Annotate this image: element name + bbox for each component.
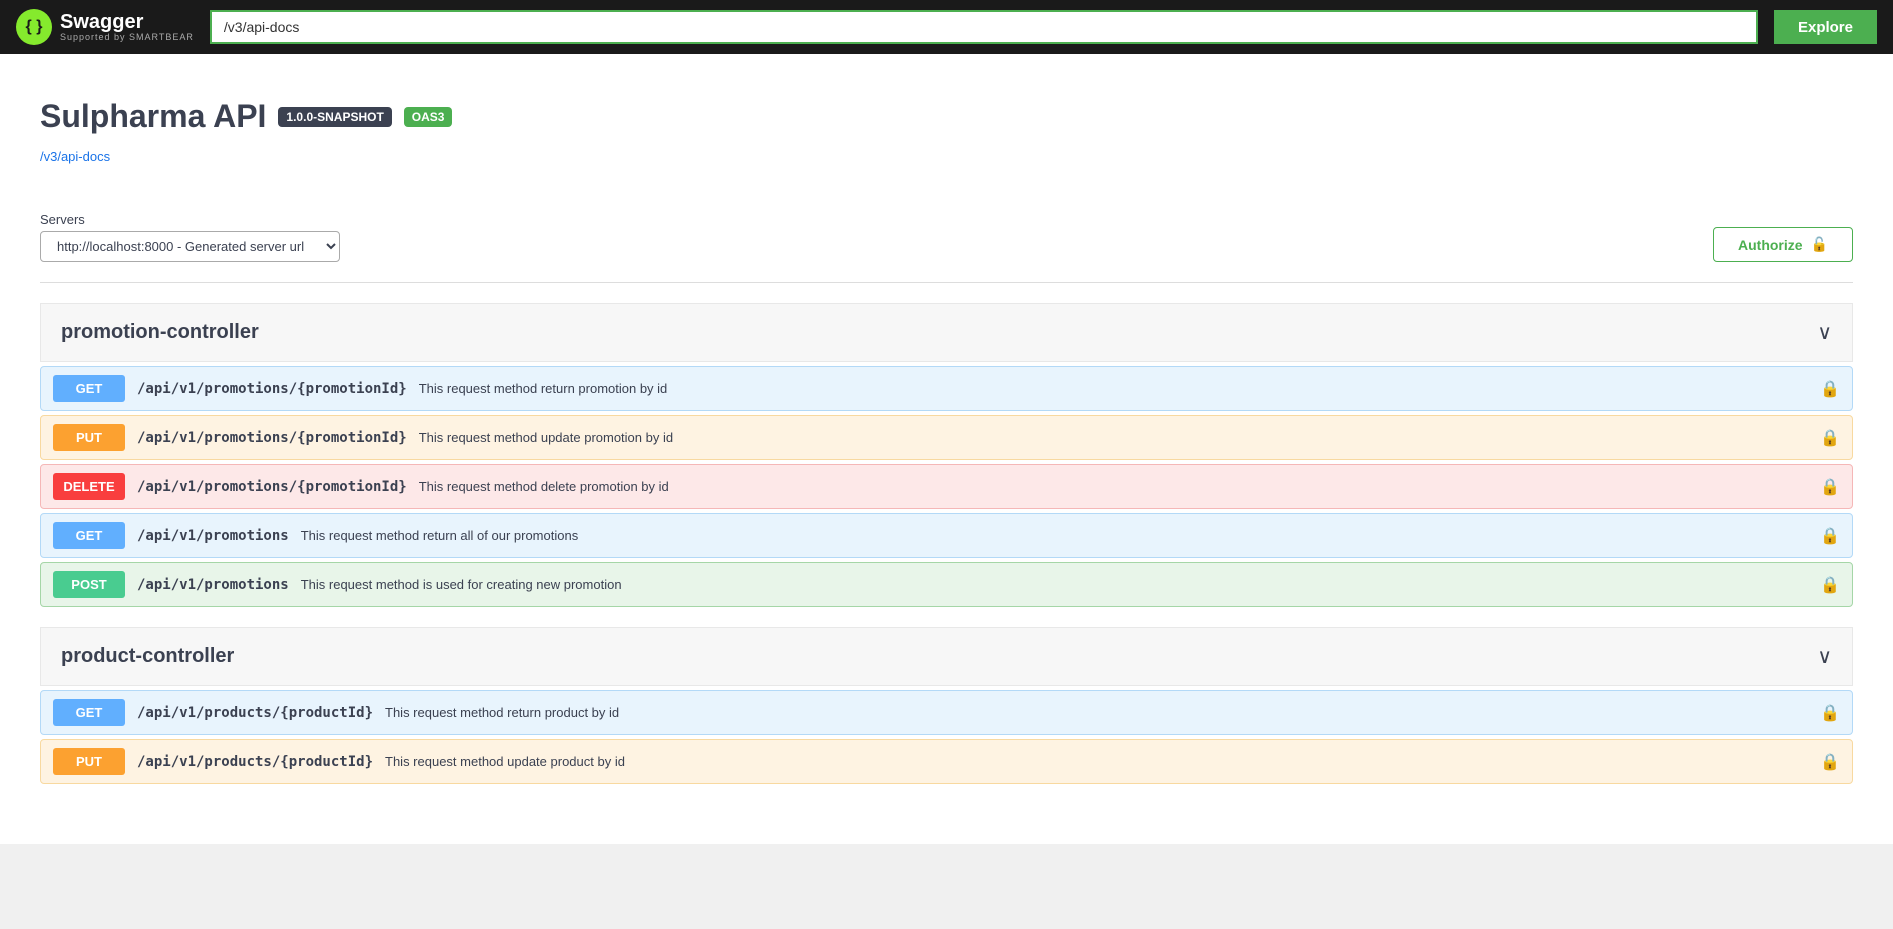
endpoint-row-1-0[interactable]: GET /api/v1/products/{productId} This re… — [40, 690, 1853, 735]
chevron-icon-0: ∨ — [1817, 320, 1832, 345]
endpoint-lock-0-0: 🔒 — [1820, 379, 1840, 399]
endpoint-path-1-1: /api/v1/products/{productId} — [137, 754, 373, 770]
endpoint-path-0-3: /api/v1/promotions — [137, 528, 289, 544]
servers-select[interactable]: http://localhost:8000 - Generated server… — [40, 231, 340, 262]
method-badge-0-3: GET — [53, 522, 125, 549]
endpoint-lock-1-0: 🔒 — [1820, 703, 1840, 723]
endpoint-desc-1-1: This request method update product by id — [385, 754, 1808, 769]
method-badge-0-1: PUT — [53, 424, 125, 451]
endpoint-row-0-4[interactable]: POST /api/v1/promotions This request met… — [40, 562, 1853, 607]
endpoint-row-0-0[interactable]: GET /api/v1/promotions/{promotionId} Thi… — [40, 366, 1853, 411]
controller-section-0: promotion-controller ∨ GET /api/v1/promo… — [40, 303, 1853, 607]
endpoint-desc-0-0: This request method return promotion by … — [419, 381, 1808, 396]
oas3-badge: OAS3 — [404, 107, 453, 127]
servers-group: Servers http://localhost:8000 - Generate… — [40, 212, 340, 262]
endpoint-row-1-1[interactable]: PUT /api/v1/products/{productId} This re… — [40, 739, 1853, 784]
controller-header-1[interactable]: product-controller ∨ — [40, 627, 1853, 686]
lock-icon: 🔓 — [1811, 236, 1828, 253]
controller-section-1: product-controller ∨ GET /api/v1/product… — [40, 627, 1853, 784]
authorize-label: Authorize — [1738, 237, 1803, 253]
controller-title-1: product-controller — [61, 645, 234, 668]
explore-button[interactable]: Explore — [1774, 10, 1877, 44]
servers-section: Servers http://localhost:8000 - Generate… — [40, 212, 1853, 262]
api-title-section: Sulpharma API 1.0.0-SNAPSHOT OAS3 — [40, 78, 1853, 145]
method-badge-1-0: GET — [53, 699, 125, 726]
chevron-icon-1: ∨ — [1817, 644, 1832, 669]
main-content: Sulpharma API 1.0.0-SNAPSHOT OAS3 /v3/ap… — [0, 54, 1893, 844]
endpoint-lock-0-1: 🔒 — [1820, 428, 1840, 448]
divider — [40, 282, 1853, 283]
method-badge-0-0: GET — [53, 375, 125, 402]
endpoint-row-0-3[interactable]: GET /api/v1/promotions This request meth… — [40, 513, 1853, 558]
endpoint-desc-0-4: This request method is used for creating… — [301, 577, 1808, 592]
endpoint-row-0-2[interactable]: DELETE /api/v1/promotions/{promotionId} … — [40, 464, 1853, 509]
endpoint-path-0-0: /api/v1/promotions/{promotionId} — [137, 381, 407, 397]
logo: { } Swagger Supported by SMARTBEAR — [16, 9, 194, 45]
controller-title-0: promotion-controller — [61, 321, 259, 344]
endpoint-path-0-2: /api/v1/promotions/{promotionId} — [137, 479, 407, 495]
endpoint-desc-0-1: This request method update promotion by … — [419, 430, 1808, 445]
url-input[interactable] — [210, 10, 1758, 44]
snapshot-badge: 1.0.0-SNAPSHOT — [278, 107, 391, 127]
controller-header-0[interactable]: promotion-controller ∨ — [40, 303, 1853, 362]
endpoint-path-0-4: /api/v1/promotions — [137, 577, 289, 593]
swagger-logo-icon: { } — [16, 9, 52, 45]
method-badge-0-4: POST — [53, 571, 125, 598]
logo-subtitle: Supported by SMARTBEAR — [60, 32, 194, 42]
endpoint-row-0-1[interactable]: PUT /api/v1/promotions/{promotionId} Thi… — [40, 415, 1853, 460]
endpoint-desc-0-3: This request method return all of our pr… — [301, 528, 1808, 543]
endpoint-desc-0-2: This request method delete promotion by … — [419, 479, 1808, 494]
controllers-container: promotion-controller ∨ GET /api/v1/promo… — [40, 303, 1853, 784]
method-badge-1-1: PUT — [53, 748, 125, 775]
api-url-link[interactable]: /v3/api-docs — [40, 149, 1853, 164]
authorize-button[interactable]: Authorize 🔓 — [1713, 227, 1853, 262]
endpoint-path-1-0: /api/v1/products/{productId} — [137, 705, 373, 721]
endpoint-lock-0-2: 🔒 — [1820, 477, 1840, 497]
method-badge-0-2: DELETE — [53, 473, 125, 500]
navbar: { } Swagger Supported by SMARTBEAR Explo… — [0, 0, 1893, 54]
endpoint-lock-0-3: 🔒 — [1820, 526, 1840, 546]
endpoint-path-0-1: /api/v1/promotions/{promotionId} — [137, 430, 407, 446]
logo-title: Swagger — [60, 12, 194, 32]
endpoint-desc-1-0: This request method return product by id — [385, 705, 1808, 720]
endpoint-lock-0-4: 🔒 — [1820, 575, 1840, 595]
endpoint-lock-1-1: 🔒 — [1820, 752, 1840, 772]
servers-label: Servers — [40, 212, 340, 227]
api-title: Sulpharma API — [40, 98, 266, 135]
logo-text: Swagger Supported by SMARTBEAR — [60, 12, 194, 42]
